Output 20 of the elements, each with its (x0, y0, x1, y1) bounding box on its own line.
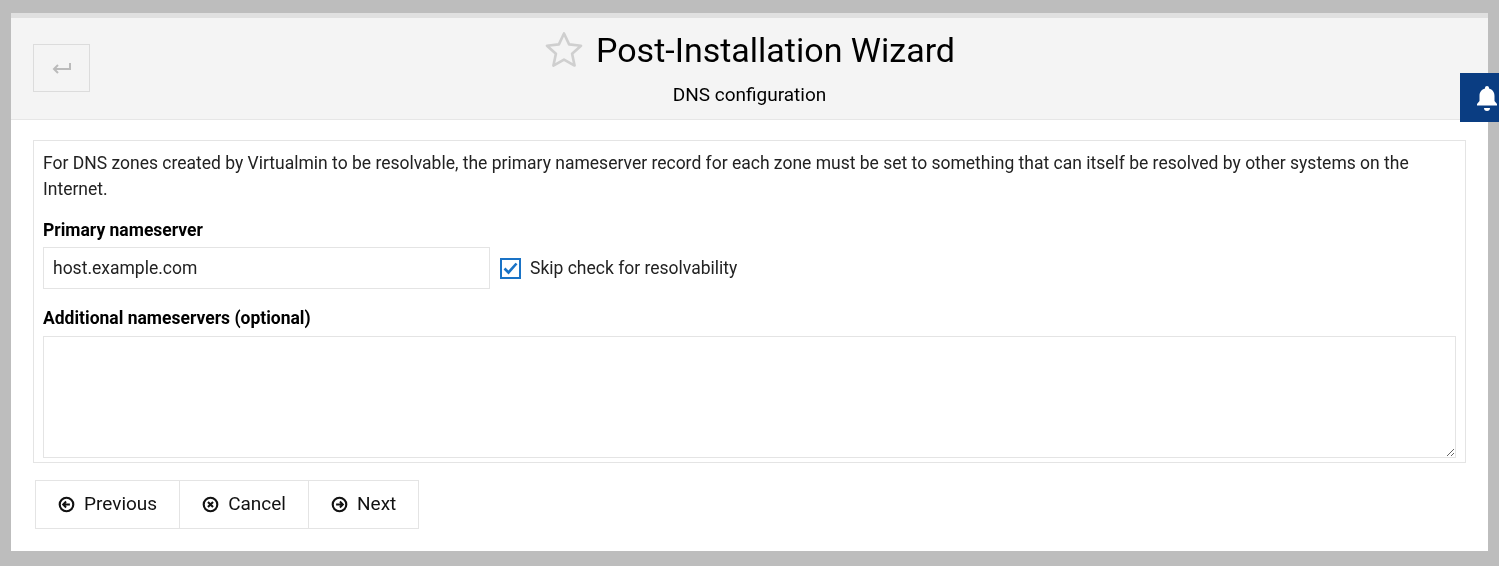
additional-label: Additional nameservers (optional) (43, 307, 312, 331)
bell-icon (1475, 84, 1499, 111)
intro-text: For DNS zones created by Virtualmin to be resolvable, the primary nameserver record for each zone must be set to something that can itself be resolved by other systems on the Internet. (43, 152, 1410, 201)
circle-x-icon (202, 496, 220, 513)
back-button[interactable] (33, 44, 90, 92)
return-arrow-icon (51, 62, 72, 74)
page-subtitle: DNS configuration (672, 82, 827, 108)
page-title: Post-Installation Wizard (595, 33, 956, 67)
next-button[interactable]: Next (308, 480, 420, 529)
primary-label: Primary nameserver (43, 219, 204, 242)
cancel-button[interactable]: Cancel (179, 480, 309, 529)
previous-button[interactable]: Previous (35, 480, 181, 529)
skip-checkbox[interactable] (500, 257, 521, 279)
primary-nameserver-field[interactable]: host.example.com (43, 247, 490, 290)
star-icon[interactable] (543, 31, 584, 69)
additional-nameservers-field[interactable] (43, 335, 1456, 458)
skip-check-label: Skip check for resolvability (530, 257, 738, 281)
notification-tab[interactable] (1460, 73, 1499, 122)
circle-arrow-right-icon (331, 496, 348, 513)
circle-arrow-left-icon (58, 496, 75, 513)
